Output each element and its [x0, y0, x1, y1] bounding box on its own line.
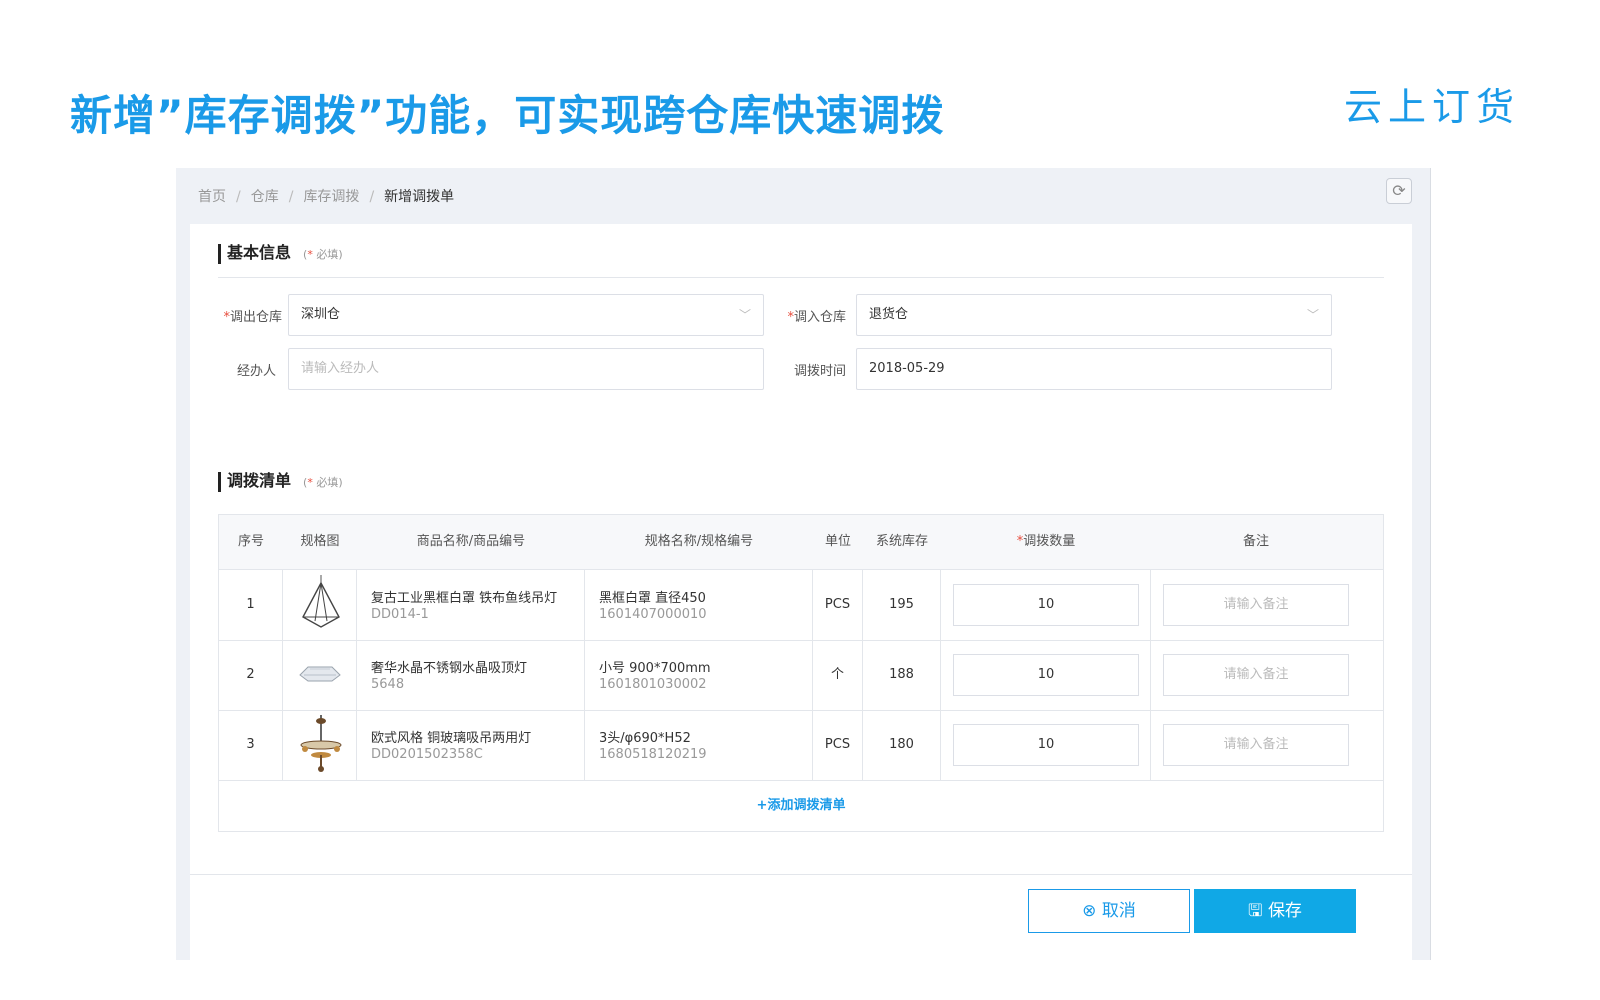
qty-input[interactable]: 10 [953, 584, 1139, 626]
spec-cell: 小号 900*700mm 1601801030002 [585, 639, 813, 710]
spec-image [283, 709, 357, 780]
row-index: 1 [219, 569, 283, 640]
section-divider [218, 277, 1384, 278]
qty-cell: 10 [941, 639, 1151, 710]
transfer-time-input[interactable]: 2018-05-29 [856, 348, 1332, 390]
transfer-time-label: 调拨时间 [793, 364, 846, 379]
table-row: 3 欧式风格 铜玻璃吸吊两用灯 DD0201502358C 3头/φ690*H5… [219, 709, 1383, 781]
basic-info-title: 基本信息 (* 必填) [218, 244, 343, 264]
product-cell: 复古工业黑框白罩 铁布鱼线吊灯 DD014-1 [357, 569, 585, 640]
out-warehouse-select[interactable]: 深圳仓 ﹀ [288, 294, 764, 336]
note-cell: 请输入备注 [1151, 639, 1383, 710]
brand-logo: 云上订货 [1343, 85, 1520, 129]
stock-cell: 188 [863, 639, 941, 710]
spec-cell: 3头/φ690*H52 1680518120219 [585, 709, 813, 780]
breadcrumb-bar: 首页 / 仓库 / 库存调拨 / 新增调拨单 ⟳ [176, 168, 1430, 224]
chevron-down-icon: ﹀ [738, 308, 751, 322]
unit-cell: PCS [813, 569, 863, 640]
stock-cell: 180 [863, 709, 941, 780]
stock-cell: 195 [863, 569, 941, 640]
header-index: 序号 [237, 534, 264, 549]
note-input[interactable]: 请输入备注 [1163, 654, 1349, 696]
table-row: 2 奢华水晶不锈钢水晶吸顶灯 5648 小号 900*700mm 1601801… [219, 639, 1383, 711]
transfer-list-title: 调拨清单 (* 必填) [218, 472, 343, 492]
qty-cell: 10 [941, 709, 1151, 780]
unit-cell: PCS [813, 709, 863, 780]
cancel-button[interactable]: ⊗ 取消 [1028, 889, 1190, 933]
form-panel: 基本信息 (* 必填) *调出仓库 深圳仓 ﹀ *调入仓库 退货仓 ﹀ 经办人 请输入… [190, 224, 1412, 960]
spec-cell: 黑框白罩 直径450 1601407000010 [585, 569, 813, 640]
table-header: 序号 规格图 商品名称/商品编号 规格名称/规格编号 单位 系统库存 *调拨数量… [219, 515, 1383, 570]
save-icon: 🖫 [1248, 901, 1263, 921]
note-cell: 请输入备注 [1151, 569, 1383, 640]
transfer-table: 序号 规格图 商品名称/商品编号 规格名称/规格编号 单位 系统库存 *调拨数量… [218, 514, 1384, 832]
handler-input[interactable]: 请输入经办人 [288, 348, 764, 390]
row-index: 2 [219, 639, 283, 710]
header-image: 规格图 [300, 534, 340, 549]
qty-input[interactable]: 10 [953, 654, 1139, 696]
header-unit: 单位 [824, 534, 851, 549]
chandelier-image [300, 715, 342, 772]
breadcrumb-warehouse[interactable]: 仓库 [251, 189, 279, 205]
unit-cell: 个 [813, 639, 863, 710]
header-qty: *调拨数量 [1016, 534, 1076, 549]
in-warehouse-select[interactable]: 退货仓 ﹀ [856, 294, 1332, 336]
qty-input[interactable]: 10 [953, 724, 1139, 766]
breadcrumb-current: 新增调拨单 [384, 189, 455, 205]
form-footer: ⊗ 取消 🖫 保存 [190, 874, 1412, 961]
refresh-icon[interactable]: ⟳ [1386, 178, 1412, 204]
qty-cell: 10 [941, 569, 1151, 640]
product-cell: 欧式风格 铜玻璃吸吊两用灯 DD0201502358C [357, 709, 585, 780]
header-spec: 规格名称/规格编号 [644, 534, 754, 549]
table-row: 1 复古工业黑框白罩 铁布鱼线吊灯 DD014-1 黑框白罩 直径450 160… [219, 569, 1383, 641]
ceiling-lamp-image [299, 666, 341, 682]
breadcrumb: 首页 / 仓库 / 库存调拨 / 新增调拨单 [198, 189, 455, 205]
row-index: 3 [219, 709, 283, 780]
spec-image [283, 639, 357, 710]
product-cell: 奢华水晶不锈钢水晶吸顶灯 5648 [357, 639, 585, 710]
breadcrumb-home[interactable]: 首页 [198, 189, 226, 205]
spec-image [283, 569, 357, 640]
note-input[interactable]: 请输入备注 [1163, 584, 1349, 626]
header-stock: 系统库存 [875, 534, 928, 549]
save-button[interactable]: 🖫 保存 [1194, 889, 1356, 933]
note-cell: 请输入备注 [1151, 709, 1383, 780]
pendant-lamp-image [302, 575, 340, 628]
breadcrumb-transfer[interactable]: 库存调拨 [303, 189, 359, 205]
add-transfer-item-button[interactable]: +添加调拨清单 [219, 781, 1383, 831]
out-warehouse-label: *调出仓库 [223, 310, 282, 325]
handler-label: 经办人 [236, 364, 276, 379]
header-note: 备注 [1242, 534, 1269, 549]
cancel-icon: ⊗ [1082, 901, 1097, 921]
in-warehouse-label: *调入仓库 [787, 310, 846, 325]
page-headline: 新增”库存调拨”功能，可实现跨仓库快速调拨 [70, 91, 945, 140]
app-window: 首页 / 仓库 / 库存调拨 / 新增调拨单 ⟳ 基本信息 (* 必填) *调出仓库 深圳仓 ﹀… [176, 168, 1431, 960]
header-product: 商品名称/商品编号 [416, 534, 526, 549]
note-input[interactable]: 请输入备注 [1163, 724, 1349, 766]
chevron-down-icon: ﹀ [1306, 308, 1319, 322]
